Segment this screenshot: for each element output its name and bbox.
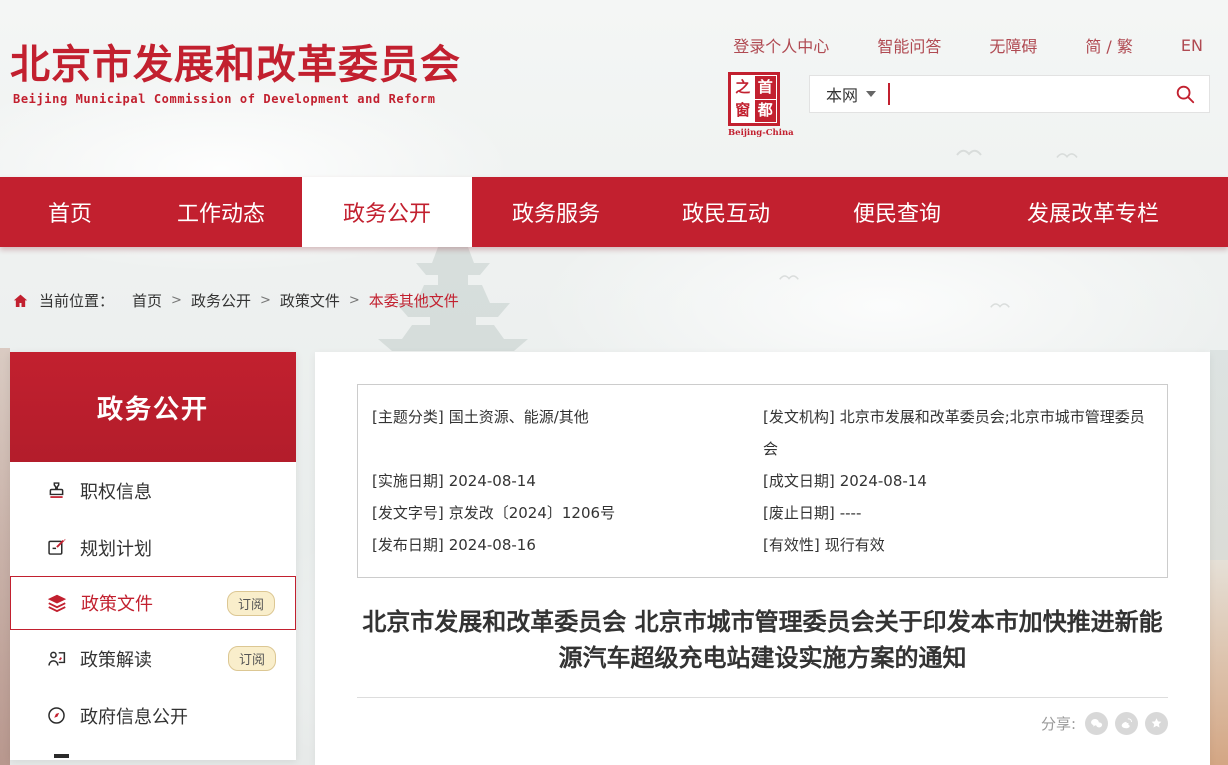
bird-decoration xyxy=(990,300,1010,310)
sidebar-item-label: 政策解读 xyxy=(80,646,228,672)
share-qzone-button[interactable] xyxy=(1145,712,1168,735)
main-navigation: 首页 工作动态 政务公开 政务服务 政民互动 便民查询 发展改革专栏 xyxy=(0,177,1228,247)
wechat-icon xyxy=(1089,716,1104,731)
stamp-char: 都 xyxy=(755,100,777,123)
bird-decoration xyxy=(779,272,799,282)
nav-item-gov-disclosure[interactable]: 政务公开 xyxy=(302,177,472,247)
nav-item-work-news[interactable]: 工作动态 xyxy=(140,177,302,247)
breadcrumb-gov-disclosure[interactable]: 政务公开 xyxy=(191,290,251,311)
subscribe-badge[interactable]: 订阅 xyxy=(227,591,275,616)
document-metadata-table: [主题分类]国土资源、能源/其他 [发文机构]北京市发展和改革委员会;北京市城市… xyxy=(357,384,1168,578)
stamp-seal: 之 首 窗 都 xyxy=(728,72,780,126)
stamp-char: 首 xyxy=(755,76,777,99)
search-input[interactable] xyxy=(890,79,1161,109)
stamp-char: 窗 xyxy=(732,100,754,123)
nav-item-public-interaction[interactable]: 政民互动 xyxy=(640,177,812,247)
background-building-left xyxy=(0,348,10,765)
sidebar-item-label: 政策文件 xyxy=(81,590,227,616)
sidebar-item-partial xyxy=(10,744,296,760)
background-building-right xyxy=(1210,560,1228,765)
breadcrumb-prefix: 当前位置： xyxy=(39,290,114,311)
stamp-caption: Beijing-China xyxy=(728,128,780,138)
interpret-person-icon xyxy=(45,648,67,670)
stamp-char: 之 xyxy=(732,76,754,99)
sidebar-item-planning[interactable]: 规划计划 xyxy=(10,519,296,576)
sidebar-item-policy-interpretation[interactable]: 政策解读 订阅 xyxy=(10,630,296,687)
compass-icon xyxy=(45,705,67,727)
background-right-top xyxy=(1210,350,1228,560)
sidebar-item-label: 职权信息 xyxy=(80,478,276,504)
beijing-china-stamp-logo[interactable]: 之 首 窗 都 Beijing-China xyxy=(728,72,780,138)
share-label: 分享: xyxy=(1041,713,1076,734)
search-icon xyxy=(1174,83,1196,105)
search-scope-dropdown[interactable]: 本网 xyxy=(810,82,888,106)
star-icon xyxy=(1149,716,1164,731)
simplified-traditional-toggle[interactable]: 简 / 繁 xyxy=(1085,33,1133,57)
site-header: 北京市发展和改革委员会 Beijing Municipal Commission… xyxy=(0,0,1228,177)
meta-validity: [有效性]现行有效 xyxy=(763,529,1153,561)
sidebar-item-label: 规划计划 xyxy=(80,535,276,561)
search-bar: 本网 xyxy=(809,75,1210,113)
search-button[interactable] xyxy=(1161,83,1209,105)
divider xyxy=(357,697,1168,698)
sidebar-item-policy-documents[interactable]: 政策文件 订阅 xyxy=(10,576,296,630)
smart-qa-link[interactable]: 智能问答 xyxy=(877,33,941,57)
meta-issuance-date: [成文日期]2024-08-14 xyxy=(763,465,1153,497)
clipped-icon xyxy=(54,754,69,758)
meta-implementation-date: [实施日期]2024-08-14 xyxy=(372,465,763,497)
home-icon[interactable] xyxy=(12,293,29,309)
layers-icon xyxy=(46,592,68,614)
login-personal-center-link[interactable]: 登录个人中心 xyxy=(733,33,829,57)
search-scope-label: 本网 xyxy=(826,82,858,106)
accessibility-link[interactable]: 无障碍 xyxy=(989,33,1037,57)
nav-item-reform-special[interactable]: 发展改革专栏 xyxy=(982,177,1204,247)
breadcrumb: 当前位置： 首页 > 政务公开 > 政策文件 > 本委其他文件 xyxy=(12,290,459,311)
breadcrumb-separator: > xyxy=(260,293,271,308)
english-link[interactable]: EN xyxy=(1181,36,1203,55)
site-logo-subtitle-en: Beijing Municipal Commission of Developm… xyxy=(13,92,436,106)
sidebar: 政务公开 职权信息 规划计划 政策文件 订阅 政策解读 订阅 xyxy=(10,352,296,760)
utility-links: 登录个人中心 智能问答 无障碍 简 / 繁 EN xyxy=(733,33,1203,57)
document-title: 北京市发展和改革委员会 北京市城市管理委员会关于印发本市加快推进新能源汽车超级充… xyxy=(353,604,1173,676)
breadcrumb-policy-documents[interactable]: 政策文件 xyxy=(280,290,340,311)
breadcrumb-separator: > xyxy=(171,293,182,308)
meta-topic-category: [主题分类]国土资源、能源/其他 xyxy=(372,401,763,465)
sidebar-item-authority-info[interactable]: 职权信息 xyxy=(10,462,296,519)
breadcrumb-current-page: 本委其他文件 xyxy=(369,290,459,311)
nav-item-home[interactable]: 首页 xyxy=(0,177,140,247)
chevron-down-icon xyxy=(866,91,876,97)
meta-issuing-agency: [发文机构]北京市发展和改革委员会;北京市城市管理委员会 xyxy=(763,401,1153,465)
breadcrumb-home[interactable]: 首页 xyxy=(132,290,162,311)
breadcrumb-separator: > xyxy=(349,293,360,308)
meta-document-number: [发文字号]京发改〔2024〕1206号 xyxy=(372,497,763,529)
site-logo-title[interactable]: 北京市发展和改革委员会 xyxy=(10,32,461,90)
subscribe-badge[interactable]: 订阅 xyxy=(228,646,276,671)
weibo-icon xyxy=(1119,716,1134,731)
page: 北京市发展和改革委员会 Beijing Municipal Commission… xyxy=(0,0,1228,765)
nav-item-gov-services[interactable]: 政务服务 xyxy=(472,177,640,247)
plan-edit-icon xyxy=(45,537,67,559)
sidebar-item-label: 政府信息公开 xyxy=(80,703,276,729)
share-wechat-button[interactable] xyxy=(1085,712,1108,735)
nav-item-convenient-inquiry[interactable]: 便民查询 xyxy=(812,177,982,247)
meta-repeal-date: [废止日期]---- xyxy=(763,497,1153,529)
meta-publish-date: [发布日期]2024-08-16 xyxy=(372,529,763,561)
share-row: 分享: xyxy=(315,712,1210,735)
sidebar-title: 政务公开 xyxy=(10,352,296,462)
share-weibo-button[interactable] xyxy=(1115,712,1138,735)
seal-icon xyxy=(45,480,67,502)
sidebar-item-gov-info-disclosure[interactable]: 政府信息公开 xyxy=(10,687,296,744)
document-panel: [主题分类]国土资源、能源/其他 [发文机构]北京市发展和改革委员会;北京市城市… xyxy=(315,352,1210,765)
